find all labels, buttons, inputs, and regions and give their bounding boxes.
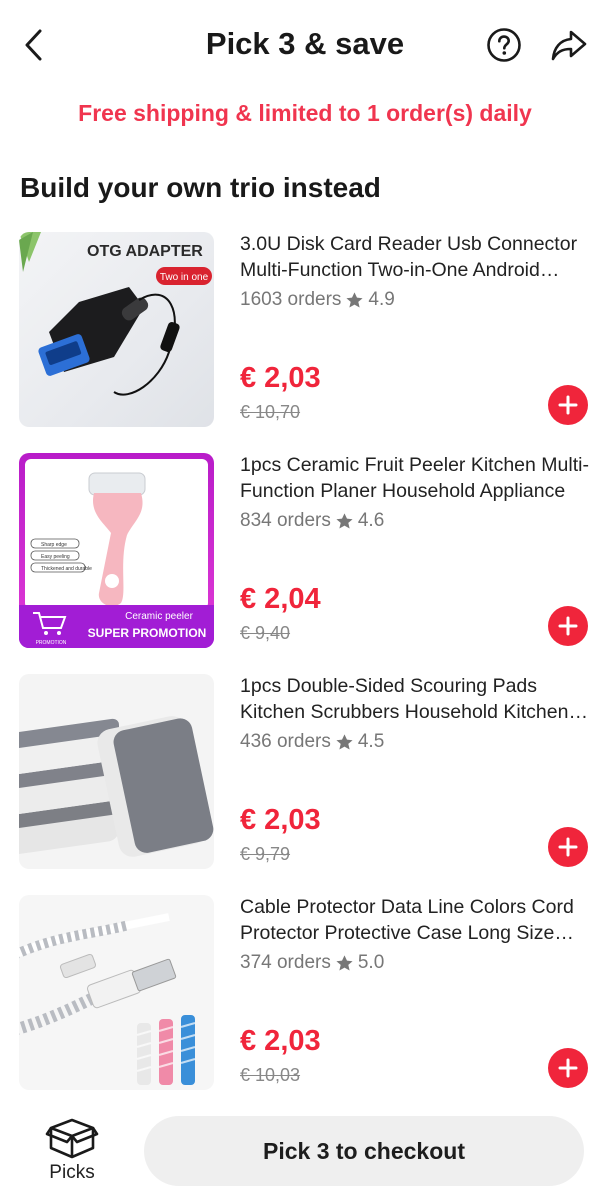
cable-protector-image	[19, 913, 196, 1085]
original-price: € 9,79	[240, 844, 291, 864]
order-count: 436 orders	[240, 731, 331, 752]
price: € 2,03	[240, 1025, 321, 1057]
add-to-picks-button[interactable]	[548, 606, 588, 646]
thumb-promo: PROMOTION	[36, 640, 67, 646]
order-count: 374 orders	[240, 952, 331, 973]
product-title[interactable]: Cable Protector Data Line Colors Cord Pr…	[240, 895, 590, 946]
product-title[interactable]: 1pcs Ceramic Fruit Peeler Kitchen Multi-…	[240, 453, 590, 504]
product-meta: 834 orders 4.6	[240, 510, 384, 532]
section-title: Build your own trio instead	[20, 172, 381, 203]
share-arrow-icon	[551, 30, 587, 61]
feature-label: Thickened and durable	[41, 566, 92, 572]
rating: 4.9	[368, 289, 395, 310]
original-price: € 10,03	[240, 1065, 301, 1085]
thumb-caption: Ceramic peeler	[125, 611, 193, 622]
thumb-title: OTG ADAPTER	[87, 243, 203, 260]
product-title[interactable]: 3.0U Disk Card Reader Usb Connector Mult…	[240, 232, 590, 283]
product-meta: 1603 orders 4.9	[240, 289, 395, 311]
shipping-notice: Free shipping & limited to 1 order(s) da…	[78, 100, 532, 126]
thumb-badge: Two in one	[160, 272, 209, 283]
original-price: € 9,40	[240, 623, 291, 643]
open-box-icon	[45, 1118, 99, 1159]
help-button[interactable]	[484, 25, 524, 65]
star-icon	[336, 512, 353, 529]
original-price: € 10,70	[240, 402, 301, 422]
order-count: 834 orders	[240, 510, 331, 531]
add-to-picks-button[interactable]	[548, 385, 588, 425]
product-image[interactable]	[19, 895, 214, 1090]
picks-button[interactable]: Picks	[30, 1116, 114, 1188]
header: Pick 3 & save	[0, 0, 610, 90]
star-icon	[346, 291, 363, 308]
product-image[interactable]: OTG ADAPTER Two in one	[19, 232, 214, 427]
checkout-button[interactable]: Pick 3 to checkout	[144, 1116, 584, 1186]
plus-icon	[558, 1058, 578, 1078]
product-image[interactable]: Sharp edge Easy peeling Thickened and du…	[19, 453, 214, 648]
product-card[interactable]: OTG ADAPTER Two in one 3.0U Disk Card Re…	[0, 232, 610, 432]
otg-adapter-image: OTG ADAPTER Two in one	[19, 232, 212, 396]
add-to-picks-button[interactable]	[548, 827, 588, 867]
star-icon	[336, 954, 353, 971]
plus-icon	[558, 616, 578, 636]
product-card[interactable]: Sharp edge Easy peeling Thickened and du…	[0, 453, 610, 653]
question-circle-icon	[487, 28, 521, 62]
price: € 2,03	[240, 804, 321, 836]
share-button[interactable]	[548, 24, 590, 66]
scouring-pads-image	[19, 716, 214, 857]
price: € 2,03	[240, 362, 321, 394]
bottom-bar: Picks Pick 3 to checkout	[0, 1100, 610, 1200]
product-meta: 374 orders 5.0	[240, 952, 384, 974]
product-card[interactable]: 1pcs Double-Sided Scouring Pads Kitchen …	[0, 674, 610, 874]
plus-icon	[558, 395, 578, 415]
plus-icon	[558, 837, 578, 857]
rating: 4.5	[357, 731, 385, 752]
product-title[interactable]: 1pcs Double-Sided Scouring Pads Kitchen …	[240, 674, 590, 725]
product-image[interactable]	[19, 674, 214, 869]
product-meta: 436 orders 4.5	[240, 731, 384, 753]
order-count: 1603 orders	[240, 289, 342, 310]
fruit-peeler-image: Sharp edge Easy peeling Thickened and du…	[19, 459, 214, 648]
rating: 4.6	[357, 510, 385, 531]
thumb-badge: SUPER PROMOTION	[88, 626, 207, 640]
price: € 2,04	[240, 583, 321, 615]
feature-label: Sharp edge	[41, 542, 67, 548]
add-to-picks-button[interactable]	[548, 1048, 588, 1088]
feature-label: Easy peeling	[41, 554, 70, 560]
star-icon	[336, 733, 353, 750]
product-card[interactable]: Cable Protector Data Line Colors Cord Pr…	[0, 895, 610, 1095]
picks-label: Picks	[49, 1162, 95, 1183]
rating: 5.0	[357, 952, 385, 973]
